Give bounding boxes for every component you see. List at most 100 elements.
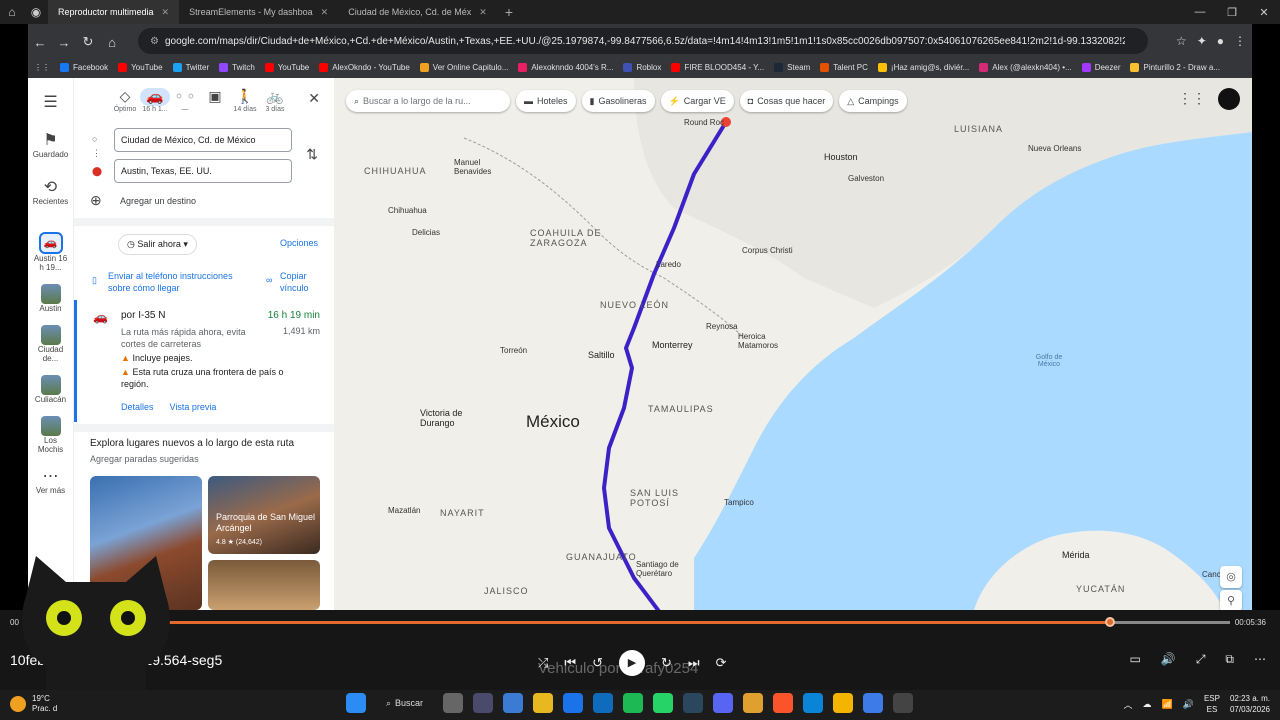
rail-item-saved[interactable]: ⚑ Guardado: [28, 130, 73, 159]
bookmark-item[interactable]: Twitter: [172, 62, 209, 72]
bookmark-item[interactable]: Twitch: [219, 62, 255, 72]
media-player-icon[interactable]: [893, 693, 914, 713]
clock[interactable]: 02:23 a. m. 07/03/2026: [1230, 693, 1270, 715]
taskbar-search[interactable]: ⌕ Buscar: [376, 698, 433, 709]
add-destination-link[interactable]: Agregar un destino: [120, 196, 196, 206]
file-explorer-icon[interactable]: [533, 693, 554, 713]
chip-gas[interactable]: ▮ Gasolineras: [581, 90, 655, 112]
street-view-icon[interactable]: ⚲: [1220, 590, 1242, 610]
profile-icon[interactable]: ●: [1217, 34, 1224, 48]
rail-item-austin[interactable]: Austin: [28, 284, 73, 313]
steam-icon[interactable]: [683, 693, 704, 713]
app-icon[interactable]: [863, 693, 884, 713]
leave-now-dropdown[interactable]: ◷ Salir ahora ▾: [118, 234, 197, 255]
copilot-icon[interactable]: [503, 693, 524, 713]
star-icon[interactable]: ☆: [1176, 34, 1187, 48]
more-options-icon[interactable]: ⋯: [1254, 652, 1266, 667]
chip-things[interactable]: ◘ Cosas que hacer: [739, 90, 834, 112]
rail-item-cdmx[interactable]: Ciudad de...: [28, 325, 73, 363]
app-icon[interactable]: [743, 693, 764, 713]
bookmark-item[interactable]: YouTube: [118, 62, 163, 72]
chip-hotels[interactable]: ▬ Hoteles: [516, 90, 576, 112]
home-icon[interactable]: ⌂: [0, 5, 24, 19]
bookmark-item[interactable]: ¡Haz amig@s, diviér...: [877, 62, 969, 72]
minimize-icon[interactable]: —: [1184, 0, 1216, 24]
bookmark-item[interactable]: Ver Online Capitulo...: [419, 62, 508, 72]
copy-link-button[interactable]: ∞ Copiar vínculo: [266, 270, 326, 294]
task-view-icon[interactable]: [443, 693, 464, 713]
search-along-route[interactable]: ⌕ Buscar a lo largo de la ru...: [346, 90, 510, 112]
fullscreen-icon[interactable]: ⤢: [1196, 652, 1206, 667]
mode-best[interactable]: ◇ Óptimo: [110, 88, 140, 113]
bookmark-item[interactable]: FIRE BLOOD454 - Y...: [671, 62, 764, 72]
mail-icon[interactable]: [563, 693, 584, 713]
previous-icon[interactable]: ⏮: [564, 655, 576, 671]
close-window-icon[interactable]: ✕: [1248, 0, 1280, 24]
forward-30-icon[interactable]: ↻: [661, 655, 672, 671]
tab-streamelements[interactable]: StreamElements - My dashboa ✕: [179, 0, 338, 24]
mode-motorcycle[interactable]: ⚬⚬ —: [170, 88, 200, 113]
close-tab-icon[interactable]: ✕: [479, 7, 487, 18]
swap-icon[interactable]: ⇅: [306, 146, 318, 163]
cloud-icon[interactable]: ☁: [1143, 699, 1152, 710]
bookmark-item[interactable]: Alexoknndo 4004's R...: [518, 62, 613, 72]
back-icon[interactable]: ←: [28, 35, 52, 50]
address-bar[interactable]: ⚙ google.com/maps/dir/Ciudad+de+México,+…: [138, 28, 1148, 54]
reload-icon[interactable]: ↻: [76, 34, 100, 50]
place-card-parroquia[interactable]: Parroquia de San Miguel Arcángel 4.8 ★ (…: [208, 476, 320, 554]
home-icon[interactable]: ⌂: [100, 35, 124, 50]
rail-item-culiacan[interactable]: Culiacán: [28, 375, 73, 404]
bookmark-item[interactable]: Steam: [774, 62, 810, 72]
bookmark-item[interactable]: Pinturillo 2 - Draw a...: [1130, 62, 1220, 72]
close-tab-icon[interactable]: ✕: [321, 7, 329, 18]
my-location-icon[interactable]: ◎: [1220, 566, 1242, 588]
windows-start-icon[interactable]: [346, 693, 366, 713]
origin-input[interactable]: Ciudad de México, Cd. de México: [114, 128, 292, 152]
apps-grid-icon[interactable]: ⋮⋮: [1178, 90, 1206, 107]
avatar[interactable]: [1218, 88, 1240, 110]
rewind-10-icon[interactable]: ↺: [592, 655, 603, 671]
chip-ev[interactable]: ⚡ Cargar VE: [660, 90, 734, 112]
mode-walk[interactable]: 🚶 14 días: [230, 88, 260, 113]
seek-bar[interactable]: [34, 617, 1230, 627]
discord-icon[interactable]: [713, 693, 734, 713]
volume-icon[interactable]: 🔊: [1161, 652, 1176, 667]
options-button[interactable]: Opciones: [280, 238, 318, 248]
bookmark-item[interactable]: Alex (@alexkn404) •...: [979, 62, 1072, 72]
mode-bike[interactable]: 🚲 3 días: [260, 88, 290, 113]
bookmark-item[interactable]: Talent PC: [820, 62, 868, 72]
rail-item-austin-route[interactable]: 🚗 Austin 16 h 19...: [28, 232, 73, 272]
menu-icon[interactable]: ⋮: [1234, 34, 1246, 48]
send-to-phone-link[interactable]: ▯ Enviar al teléfono instrucciones sobre …: [92, 270, 252, 294]
extension-icon[interactable]: ✦: [1197, 34, 1207, 48]
details-link[interactable]: Detalles: [121, 402, 154, 412]
add-circle-icon[interactable]: ⊕: [90, 192, 102, 209]
chip-campings[interactable]: △ Campings: [839, 90, 907, 112]
whatsapp-icon[interactable]: [653, 693, 674, 713]
seek-handle[interactable]: [1105, 617, 1116, 627]
mode-transit[interactable]: ▣: [200, 88, 230, 106]
repeat-icon[interactable]: ⟳: [716, 655, 727, 671]
brave-icon[interactable]: [773, 693, 794, 713]
miniplayer-icon[interactable]: ⧉: [1225, 652, 1234, 667]
chevron-up-icon[interactable]: ︿: [1123, 698, 1132, 711]
bookmark-item[interactable]: YouTube: [264, 62, 309, 72]
next-icon[interactable]: ⏭: [688, 655, 700, 671]
bookmark-item[interactable]: AlexOkndo - YouTube: [319, 62, 410, 72]
chrome-icon[interactable]: [833, 693, 854, 713]
bookmark-item[interactable]: Deezer: [1081, 62, 1120, 72]
tab-maps[interactable]: Ciudad de México, Cd. de Méx ✕: [338, 0, 497, 24]
place-card-3[interactable]: [208, 560, 320, 610]
destination-input[interactable]: Austin, Texas, EE. UU.: [114, 159, 292, 183]
close-directions-icon[interactable]: ✕: [308, 90, 320, 107]
preview-link[interactable]: Vista previa: [170, 402, 217, 412]
forward-icon[interactable]: →: [52, 35, 76, 50]
menu-button[interactable]: ☰: [28, 92, 73, 112]
weather-widget[interactable]: 19°C Prac. d: [10, 694, 57, 714]
close-tab-icon[interactable]: ✕: [162, 7, 170, 18]
edge-icon[interactable]: [803, 693, 824, 713]
shuffle-icon[interactable]: ⤮: [538, 655, 548, 671]
route-option[interactable]: 🚗 por I-35 N 16 h 19 min 1,491 km La rut…: [74, 300, 334, 422]
new-tab-icon[interactable]: +: [497, 4, 521, 20]
rail-item-more[interactable]: ⋯ Ver más: [28, 466, 73, 495]
